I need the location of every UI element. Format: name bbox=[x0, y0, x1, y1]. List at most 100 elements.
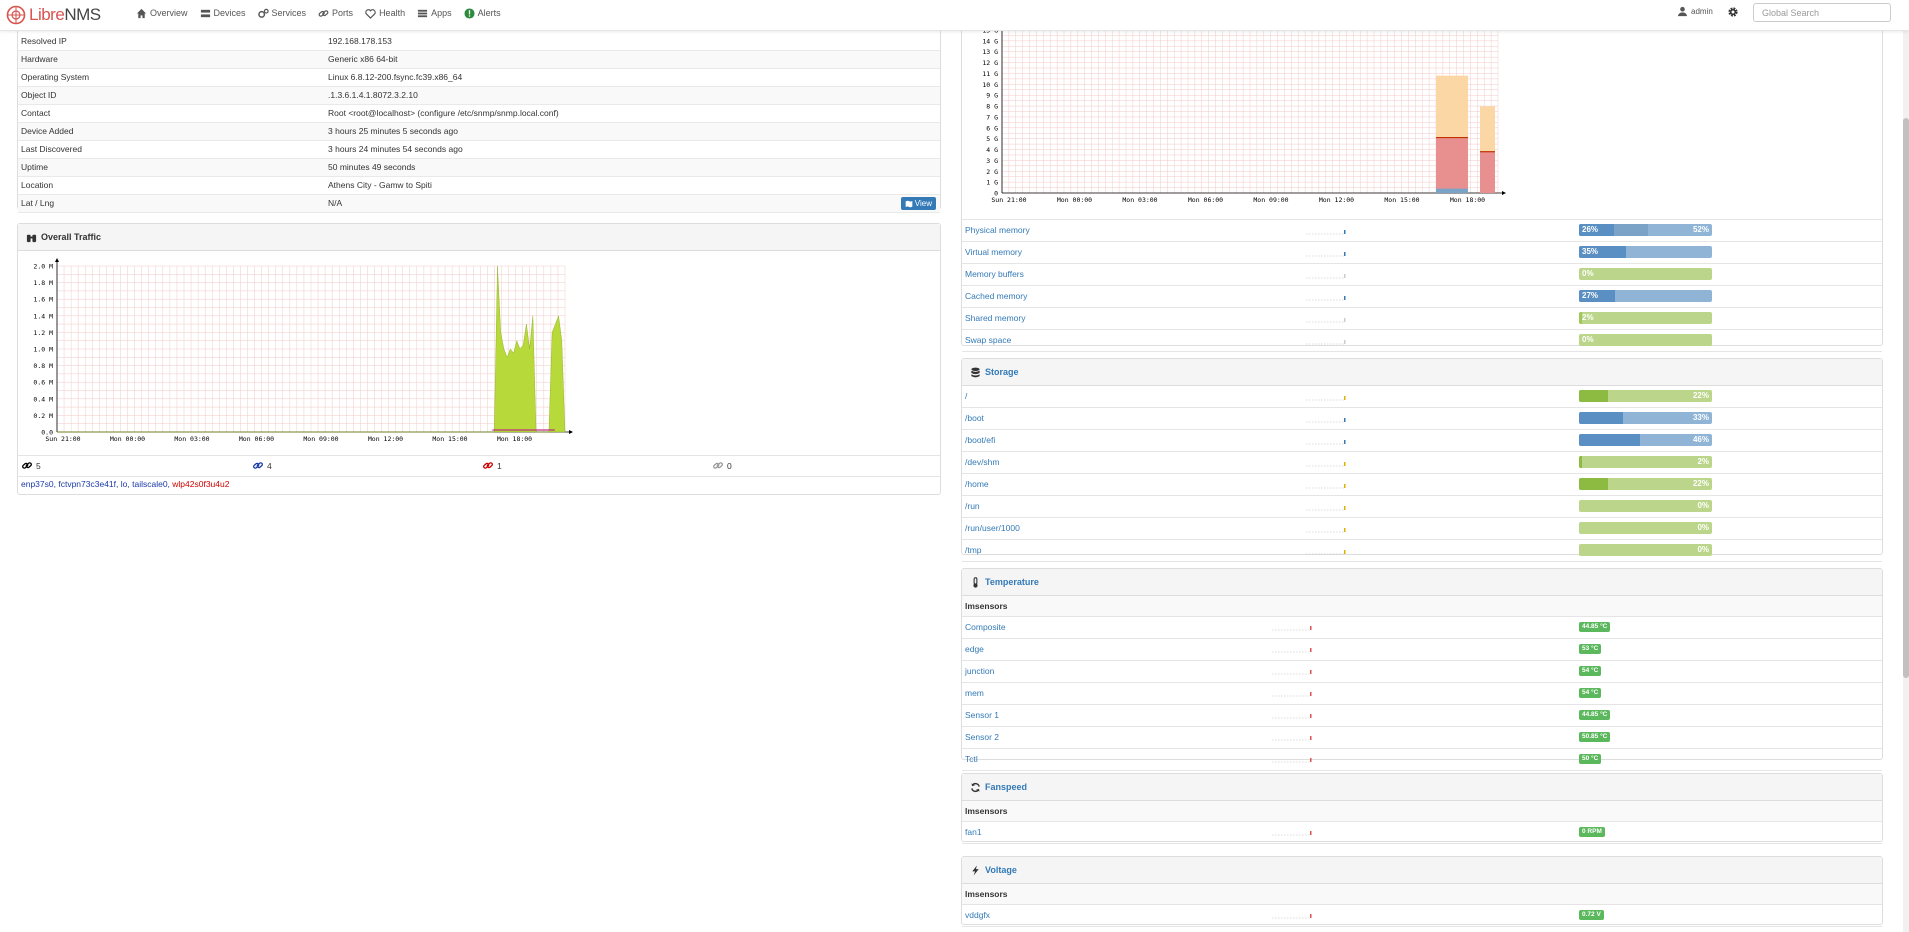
user-menu[interactable]: admin bbox=[1677, 6, 1713, 17]
sparkline[interactable] bbox=[1306, 524, 1356, 534]
memory-row-name[interactable]: Memory buffers bbox=[965, 269, 1024, 279]
temperature-sensor-name[interactable]: Tctl bbox=[965, 754, 978, 764]
storage-mount[interactable]: /run/user/1000 bbox=[965, 523, 1020, 533]
storage-row[interactable]: / 22% bbox=[962, 386, 1882, 408]
storage-row[interactable]: /boot 33% bbox=[962, 408, 1882, 430]
nav-health[interactable]: Health bbox=[365, 8, 405, 19]
sparkline[interactable] bbox=[1306, 270, 1356, 280]
sparkline[interactable] bbox=[1306, 248, 1356, 258]
storage-row[interactable]: /tmp 0% bbox=[962, 540, 1882, 562]
temperature-row[interactable]: junction 54 °C bbox=[962, 661, 1882, 683]
fanspeed-sensor-name[interactable]: fan1 bbox=[965, 827, 982, 837]
storage-title[interactable]: Storage bbox=[985, 367, 1019, 377]
memory-row[interactable]: Shared memory 2% bbox=[962, 308, 1882, 330]
global-search-input[interactable] bbox=[1753, 3, 1891, 22]
memory-row-name[interactable]: Swap space bbox=[965, 335, 1011, 345]
memory-usage-left: 26% bbox=[1582, 225, 1599, 234]
temperature-title[interactable]: Temperature bbox=[985, 577, 1039, 587]
sparkline[interactable] bbox=[1272, 710, 1322, 720]
nav-alerts[interactable]: Alerts bbox=[464, 7, 501, 19]
fanspeed-title[interactable]: Fanspeed bbox=[985, 782, 1027, 792]
ports-up[interactable]: 4 bbox=[252, 460, 272, 471]
temperature-sensor-name[interactable]: Composite bbox=[965, 622, 1006, 632]
voltage-title[interactable]: Voltage bbox=[985, 865, 1017, 875]
sparkline[interactable] bbox=[1306, 436, 1356, 446]
scrollbar-thumb[interactable] bbox=[1903, 118, 1909, 678]
port-link[interactable]: enp37s0 bbox=[21, 479, 54, 489]
memory-row-name[interactable]: Cached memory bbox=[965, 291, 1027, 301]
storage-row[interactable]: /dev/shm 2% bbox=[962, 452, 1882, 474]
memory-row-name[interactable]: Shared memory bbox=[965, 313, 1025, 323]
ports-total[interactable]: 5 bbox=[21, 460, 41, 471]
sparkline[interactable] bbox=[1272, 754, 1322, 764]
sparkline[interactable] bbox=[1306, 226, 1356, 236]
overall-traffic-chart[interactable]: 2.0 M 1.8 M 1.6 M 1.4 M 1.2 M 1.0 M 0.8 M 0.6 M… bbox=[22, 257, 592, 447]
sparkline[interactable] bbox=[1306, 480, 1356, 490]
temperature-sensor-name[interactable]: edge bbox=[965, 644, 984, 654]
storage-row[interactable]: /run 0% bbox=[962, 496, 1882, 518]
sparkline[interactable] bbox=[1272, 827, 1322, 837]
sparkline[interactable] bbox=[1306, 292, 1356, 302]
storage-row[interactable]: /home 22% bbox=[962, 474, 1882, 496]
memory-row[interactable]: Cached memory 27% bbox=[962, 286, 1882, 308]
sparkline[interactable] bbox=[1306, 392, 1356, 402]
sparkline[interactable] bbox=[1306, 458, 1356, 468]
nav-ports[interactable]: Ports bbox=[318, 8, 353, 19]
storage-mount[interactable]: /dev/shm bbox=[965, 457, 1000, 467]
sparkline[interactable] bbox=[1272, 644, 1322, 654]
page-scrollbar[interactable] bbox=[1903, 0, 1909, 932]
temperature-row[interactable]: edge 53 °C bbox=[962, 639, 1882, 661]
nav-devices[interactable]: Devices bbox=[200, 8, 246, 19]
memory-chart[interactable]: 15 G14 G13 G12 G11 G10 G9 G8 G7 G6 G5 G4… bbox=[962, 24, 1532, 204]
storage-mount[interactable]: /run bbox=[965, 501, 980, 511]
storage-row[interactable]: /boot/efi 46% bbox=[962, 430, 1882, 452]
nav-services[interactable]: Services bbox=[257, 8, 306, 19]
sparkline[interactable] bbox=[1272, 732, 1322, 742]
storage-mount[interactable]: /home bbox=[965, 479, 989, 489]
voltage-row[interactable]: vddgfx 0.72 V bbox=[962, 905, 1882, 927]
map-view-button[interactable]: View bbox=[900, 197, 936, 210]
sparkline[interactable] bbox=[1306, 336, 1356, 346]
memory-row-name[interactable]: Virtual memory bbox=[965, 247, 1022, 257]
temperature-row[interactable]: mem 54 °C bbox=[962, 683, 1882, 705]
temperature-sensor-name[interactable]: Sensor 2 bbox=[965, 732, 999, 742]
ports-disabled[interactable]: 0 bbox=[712, 460, 732, 471]
storage-mount[interactable]: /tmp bbox=[965, 545, 982, 555]
ports-down[interactable]: 1 bbox=[482, 460, 502, 471]
brand-nms: NMS bbox=[64, 5, 101, 24]
temperature-sensor-name[interactable]: junction bbox=[965, 666, 994, 676]
storage-row[interactable]: /run/user/1000 0% bbox=[962, 518, 1882, 540]
fanspeed-row[interactable]: fan1 0 RPM bbox=[962, 822, 1882, 844]
librenms-logo[interactable]: LibreNMS bbox=[6, 3, 101, 27]
gear-icon[interactable] bbox=[1727, 6, 1739, 18]
port-link[interactable]: wlp42s0f3u4u2 bbox=[172, 479, 229, 489]
sparkline[interactable] bbox=[1272, 666, 1322, 676]
memory-usage-bar: 0% bbox=[1579, 268, 1712, 280]
temperature-sensor-name[interactable]: Sensor 1 bbox=[965, 710, 999, 720]
sparkline[interactable] bbox=[1272, 622, 1322, 632]
nav-overview[interactable]: Overview bbox=[136, 8, 188, 19]
temperature-sensor-name[interactable]: mem bbox=[965, 688, 984, 698]
sparkline[interactable] bbox=[1306, 502, 1356, 512]
port-link[interactable]: tailscale0 bbox=[132, 479, 167, 489]
storage-mount[interactable]: / bbox=[965, 391, 967, 401]
storage-mount[interactable]: /boot bbox=[965, 413, 984, 423]
memory-row[interactable]: Virtual memory 35% bbox=[962, 242, 1882, 264]
nav-apps[interactable]: Apps bbox=[417, 8, 452, 19]
temperature-row[interactable]: Sensor 1 44.85 °C bbox=[962, 705, 1882, 727]
port-link[interactable]: fctvpn73c3e41f bbox=[58, 479, 116, 489]
memory-row[interactable]: Swap space 0% bbox=[962, 330, 1882, 352]
memory-row[interactable]: Memory buffers 0% bbox=[962, 264, 1882, 286]
sparkline[interactable] bbox=[1272, 688, 1322, 698]
sparkline[interactable] bbox=[1306, 314, 1356, 324]
temperature-row[interactable]: Composite 44.85 °C bbox=[962, 617, 1882, 639]
sparkline[interactable] bbox=[1272, 910, 1322, 920]
storage-mount[interactable]: /boot/efi bbox=[965, 435, 995, 445]
memory-row-name[interactable]: Physical memory bbox=[965, 225, 1030, 235]
sparkline[interactable] bbox=[1306, 546, 1356, 556]
temperature-row[interactable]: Tctl 50 °C bbox=[962, 749, 1882, 771]
sparkline[interactable] bbox=[1306, 414, 1356, 424]
temperature-row[interactable]: Sensor 2 50.85 °C bbox=[962, 727, 1882, 749]
voltage-sensor-name[interactable]: vddgfx bbox=[965, 910, 990, 920]
memory-row[interactable]: Physical memory 26% 52% bbox=[962, 220, 1882, 242]
